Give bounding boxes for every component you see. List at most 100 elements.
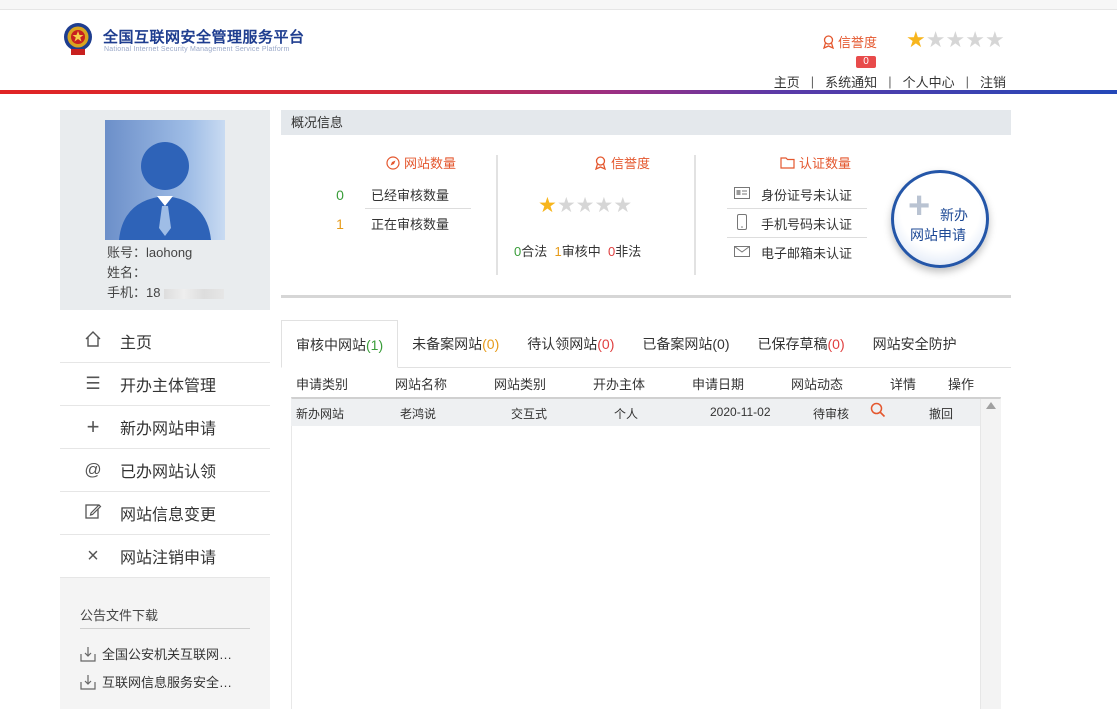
ribbon-award-icon [823, 34, 834, 49]
column-header: 网站动态 [791, 377, 844, 392]
menu-label: 开办主体管理 [120, 378, 217, 395]
pending-label: 正在审核数量 [371, 217, 450, 232]
menu-item-home[interactable]: 主页 [60, 320, 270, 363]
mail-icon [731, 245, 753, 260]
phone-redacted [164, 288, 225, 299]
list-icon: ☰ [85, 374, 101, 393]
credit-label: 信誉度 [838, 35, 878, 50]
menu-item-change-info[interactable]: 网站信息变更 [60, 492, 270, 535]
column-header: 网站类别 [494, 377, 547, 392]
credit-title: 信誉度 [594, 153, 650, 172]
phone-line: 手机：18 [107, 282, 225, 301]
star-empty-icon: ★ [613, 194, 633, 217]
menu-item-new-site[interactable]: + 新办网站申请 [60, 406, 270, 449]
overview-header: 概况信息 [281, 110, 1011, 135]
nav-separator: | [888, 74, 892, 89]
default-user-avatar-icon [119, 142, 211, 240]
cell-date: 2020-11-02 [710, 405, 771, 419]
menu-label: 主页 [120, 335, 153, 352]
tab-filed[interactable]: 已备案网站(0) [628, 320, 743, 368]
home-icon [82, 330, 104, 353]
id-cert-row[interactable]: 身份证号未认证 [731, 185, 852, 204]
ribbon-award-icon [595, 155, 606, 170]
divider [727, 208, 867, 209]
legal-status-summary: 0合法 1审核中 0非法 [514, 244, 642, 259]
new-website-apply-button[interactable]: + 新办 网站申请 [891, 170, 989, 268]
notice-downloads: 公告文件下载 全国公安机关互联网… 互联网信息服务安全… [60, 578, 270, 709]
nav-separator: | [965, 74, 969, 89]
avatar [105, 120, 225, 240]
plus-icon: + [908, 185, 931, 227]
table-scrollbar[interactable] [980, 399, 1001, 709]
menu-item-entity-management[interactable]: ☰ 开办主体管理 [60, 363, 270, 406]
menu-label: 已办网站认领 [120, 464, 217, 481]
divider [80, 628, 250, 629]
star-filled-icon: ★ [538, 194, 557, 217]
notice-title: 公告文件下载 [80, 608, 159, 623]
divider [727, 237, 867, 238]
notice-item[interactable]: 全国公安机关互联网… [80, 644, 232, 663]
overview-panel: 网站数量 0 已经审核数量 1 正在审核数量 信誉度 ★ ★ ★ ★ ★ 0合法… [281, 135, 1011, 298]
mobile-phone-icon [731, 214, 753, 233]
withdraw-link[interactable]: 撤回 [929, 405, 953, 422]
site-header: 全国互联网安全管理服务平台 National Internet Security… [0, 10, 1117, 90]
divider [496, 155, 498, 275]
website-tabs: 审核中网站(1) 未备案网站(0) 待认领网站(0) 已备案网站(0) 已保存草… [281, 320, 1011, 368]
id-card-icon [731, 187, 753, 202]
police-emblem-logo [64, 23, 92, 55]
star-empty-icon: ★ [575, 194, 595, 217]
tab-unfiled[interactable]: 未备案网站(0) [398, 320, 513, 368]
nav-logout[interactable]: 注销 [980, 72, 1006, 91]
profile-card: 账号：laohong 姓名： 手机：18 [60, 110, 270, 310]
column-header: 申请类别 [296, 377, 349, 392]
nav-home[interactable]: 主页 [774, 72, 800, 91]
tab-security-protection[interactable]: 网站安全防护 [859, 320, 971, 368]
star-empty-icon: ★ [945, 27, 966, 52]
nav-notifications[interactable]: 系统通知 [825, 72, 877, 91]
credit-rating-link[interactable]: 信誉度 [822, 32, 877, 51]
phone-cert-row[interactable]: 手机号码未认证 [731, 214, 852, 233]
top-nav: 主页 | 系统通知 | 个人中心 | 注销 [774, 72, 1006, 91]
search-icon[interactable] [870, 402, 886, 421]
divider [365, 208, 471, 209]
cell-status: 待审核 [813, 407, 850, 421]
download-icon [80, 674, 96, 690]
approved-label: 已经审核数量 [371, 188, 450, 203]
platform-title: 全国互联网安全管理服务平台 [103, 29, 305, 46]
menu-label: 网站信息变更 [120, 507, 217, 524]
tab-drafts[interactable]: 已保存草稿(0) [744, 320, 859, 368]
tab-under-review[interactable]: 审核中网站(1) [281, 320, 399, 368]
download-icon [80, 646, 96, 662]
menu-item-claim-site[interactable]: @ 已办网站认领 [60, 449, 270, 492]
star-empty-icon: ★ [925, 27, 946, 52]
tab-to-claim[interactable]: 待认领网站(0) [513, 320, 628, 368]
column-header: 申请日期 [692, 377, 745, 392]
side-menu: 主页 ☰ 开办主体管理 + 新办网站申请 @ 已办网站认领 网站信息变更 × 网… [60, 320, 270, 578]
table-header: 申请类别 网站名称 网站类别 开办主体 申请日期 网站动态 详情 操作 [281, 368, 1011, 397]
pending-count: 1 [336, 215, 344, 232]
compass-icon [386, 155, 400, 170]
star-empty-icon: ★ [984, 27, 1005, 52]
folder-icon [780, 157, 795, 169]
notice-item[interactable]: 互联网信息服务安全… [80, 672, 232, 691]
star-empty-icon: ★ [556, 194, 576, 217]
star-empty-icon: ★ [965, 27, 985, 52]
menu-label: 网站注销申请 [120, 550, 217, 567]
email-cert-row[interactable]: 电子邮箱未认证 [731, 243, 852, 262]
plus-icon: + [86, 414, 100, 439]
star-empty-icon: ★ [594, 194, 614, 217]
star-filled-icon: ★ [906, 27, 926, 52]
scroll-up-icon[interactable] [986, 402, 996, 409]
header-star-rating: ★ ★ ★ ★ ★ [906, 29, 1005, 51]
bookmarks-bar [0, 0, 1117, 10]
credit-badge: 0 [856, 56, 876, 68]
column-header: 详情 [890, 377, 917, 392]
cell-site-name: 老鸿说 [400, 407, 437, 421]
column-header: 操作 [948, 377, 975, 392]
nav-separator: | [810, 74, 815, 89]
nav-personal-center[interactable]: 个人中心 [903, 72, 955, 91]
account-value: laohong [146, 245, 193, 260]
menu-item-cancel-site[interactable]: × 网站注销申请 [60, 535, 270, 578]
close-icon: × [87, 544, 99, 567]
pending-count-row: 1 正在审核数量 [323, 214, 449, 233]
